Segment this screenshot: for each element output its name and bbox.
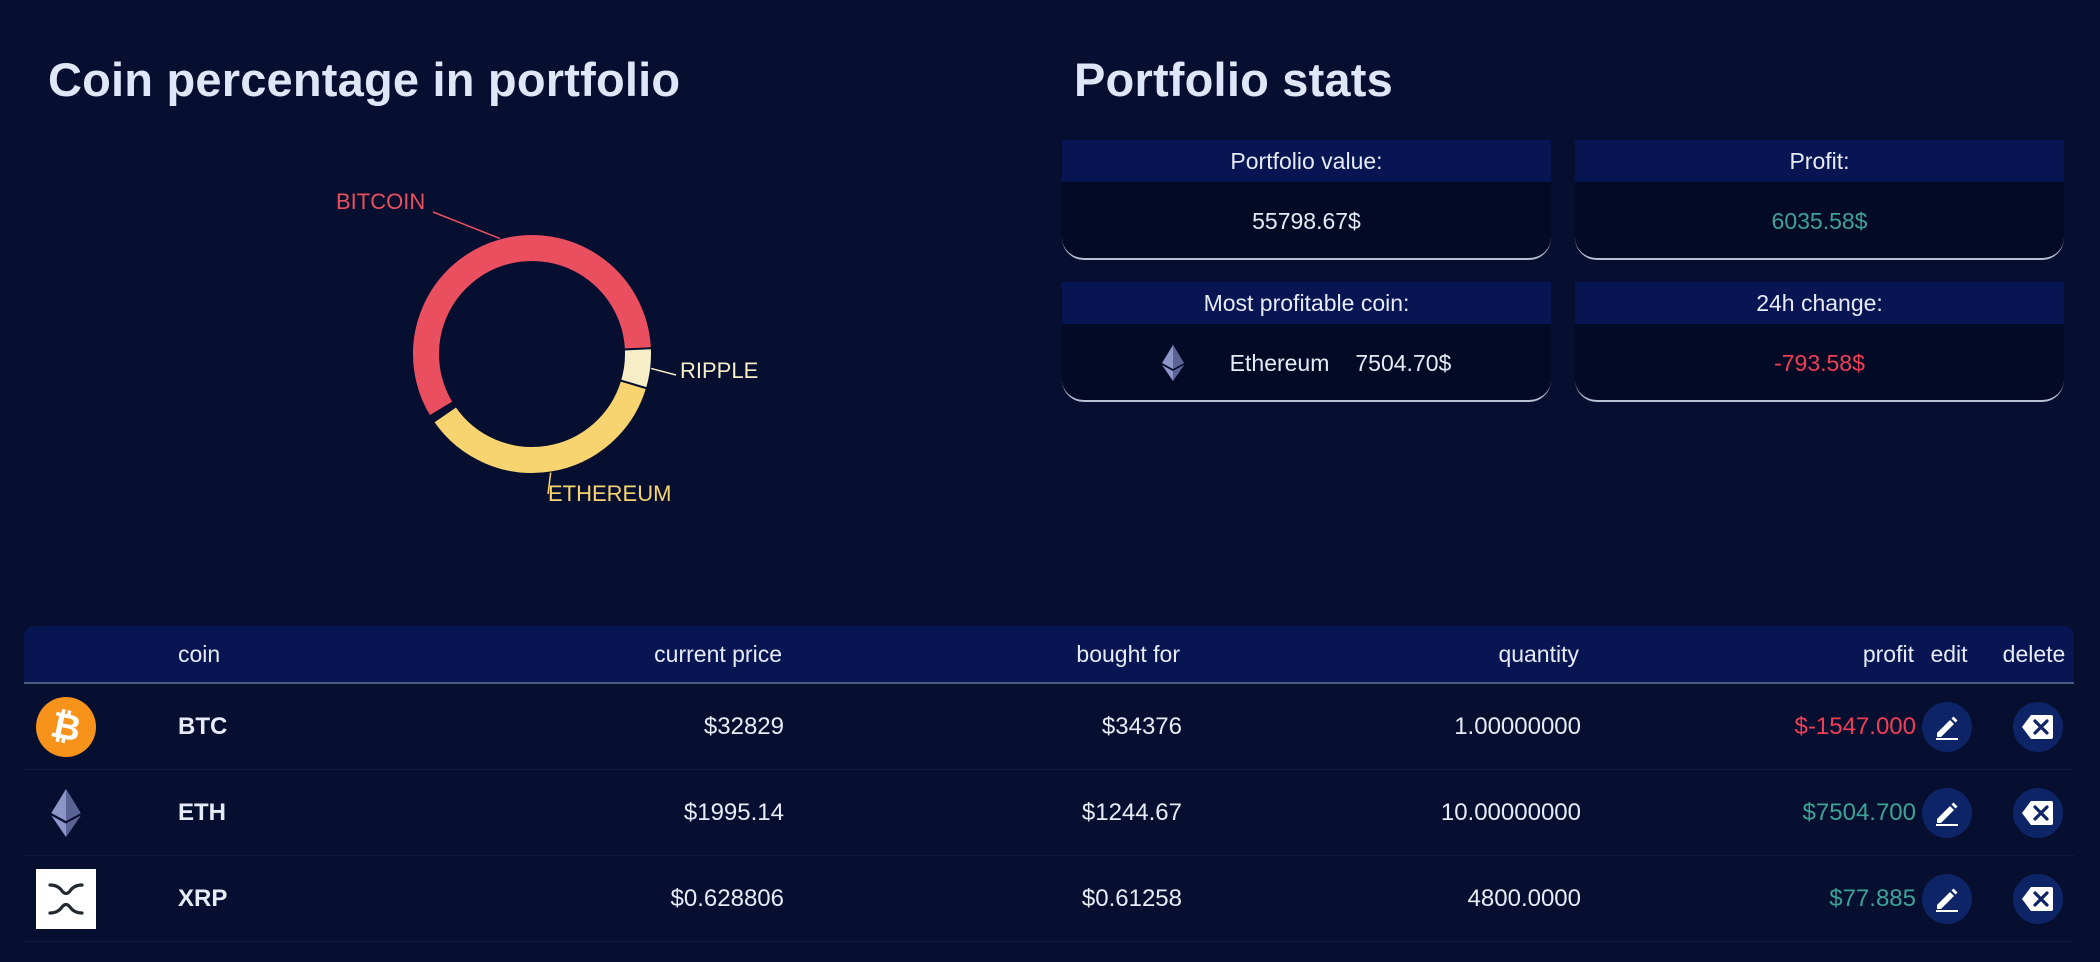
edit-button[interactable] [1922,701,1972,752]
delete-button[interactable] [2013,701,2063,752]
backspace-icon [2022,800,2053,825]
header-edit: edit [1930,640,1968,667]
current-price: $32829 [703,712,784,740]
bought-for: $1244.67 [1081,798,1182,826]
pencil-icon [1936,802,1958,826]
backspace-icon [2022,714,2053,739]
most-profitable-coin-value: 7504.70$ [1355,349,1452,376]
ethereum-icon [1161,345,1184,381]
portfolio-value-label: Portfolio value: [1062,140,1551,182]
coin-percentage-title: Coin percentage in portfolio [48,53,681,106]
header-coin: coin [178,640,221,667]
header-profit: profit [1862,640,1914,667]
quantity: 4800.0000 [1467,884,1581,912]
header-bought-for: bought for [1076,640,1180,667]
header-current-price: current price [654,640,782,667]
pencil-icon [1936,716,1958,740]
quantity: 10.00000000 [1440,798,1581,826]
most-profitable-coin-card: Most profitable coin: Ethereum 7504.70$ [1062,282,1551,402]
holdings-table: coin current price bought for quantity p… [24,626,2074,942]
change-24h-label: 24h change: [1575,282,2064,324]
slice-ethereum [431,379,649,475]
header-delete: delete [2002,640,2066,667]
bought-for: $0.61258 [1081,884,1182,912]
coin-symbol: BTC [178,712,228,740]
table-row: ₿ BTC $32829 $34376 1.00000000 $-1547.00… [24,684,2074,770]
change-24h-card: 24h change: -793.58$ [1575,282,2064,402]
current-price: $0.628806 [670,884,784,912]
edit-button[interactable] [1922,873,1972,924]
slice-label-ethereum: ETHEREUM [548,481,671,506]
header-quantity: quantity [1498,640,1579,667]
profit-card: Profit: 6035.58$ [1575,140,2064,260]
coin-symbol: ETH [178,798,226,826]
bought-for: $34376 [1101,712,1182,740]
profit-label: Profit: [1575,140,2064,182]
table-row: ETH $1995.14 $1244.67 10.00000000 $7504.… [24,770,2074,856]
most-profitable-coin-name: Ethereum [1229,349,1330,376]
ethereum-icon [51,788,81,837]
current-price: $1995.14 [683,798,784,826]
portfolio-value-card: Portfolio value: 55798.67$ [1062,140,1551,260]
profit: $-1547.000 [1794,712,1916,740]
profit: $77.885 [1829,884,1916,912]
ripple-icon [36,868,96,929]
delete-button[interactable] [2013,787,2063,838]
portfolio-stats-title: Portfolio stats [1074,53,1393,106]
delete-button[interactable] [2013,873,2063,924]
table-header: coin current price bought for quantity p… [24,626,2074,684]
slice-ripple [618,347,653,390]
bitcoin-icon: ₿ [36,696,96,757]
coin-symbol: XRP [178,884,228,912]
profit-value: 6035.58$ [1771,207,1868,234]
slice-leader-line [650,367,677,376]
edit-button[interactable] [1922,787,1972,838]
backspace-icon [2022,886,2053,911]
pencil-icon [1936,888,1958,912]
portfolio-value: 55798.67$ [1252,207,1361,234]
slice-leader-line [432,211,501,240]
slice-label-ripple: RIPPLE [680,358,758,383]
most-profitable-coin-label: Most profitable coin: [1062,282,1551,324]
profit: $7504.700 [1802,798,1916,826]
quantity: 1.00000000 [1454,712,1581,740]
coin-donut-chart: BITCOIN ETHEREUM RIPPLE [330,160,830,530]
slice-label-bitcoin: BITCOIN [336,189,425,214]
table-row: XRP $0.628806 $0.61258 4800.0000 $77.885 [24,856,2074,942]
change-24h-value: -793.58$ [1774,349,1865,376]
